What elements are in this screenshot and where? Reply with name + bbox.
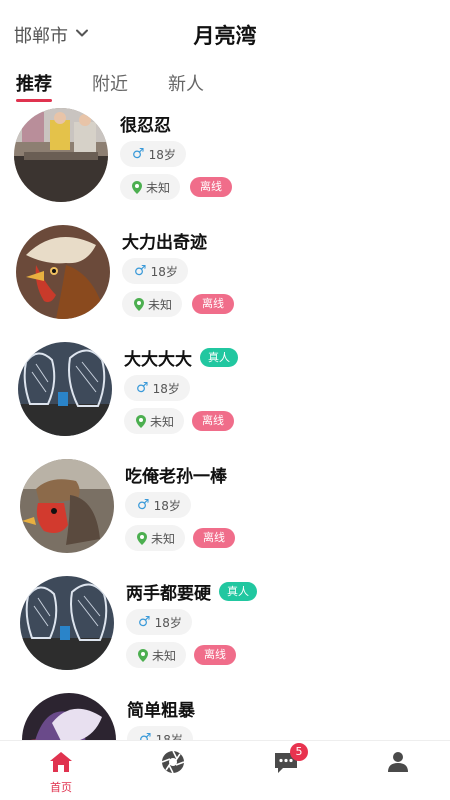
list-item[interactable]: 大力出奇迹 ♂ 18岁 未知 离线 [0,225,450,342]
age-chip: ♂ 18岁 [122,258,188,284]
status-badge: 离线 [192,411,234,431]
avatar [20,459,114,553]
status-badge: 离线 [190,177,232,197]
age-chip: ♂ 18岁 [126,609,192,635]
location-chip: 未知 [124,408,185,434]
user-name: 很忍忍 [120,116,171,136]
age-label: 18岁 [150,264,178,279]
location-label: 未知 [151,531,176,546]
male-icon: ♂ [132,146,145,162]
location-pin-icon [138,648,148,662]
age-label: 18岁 [153,498,181,513]
location-label: 未知 [148,297,173,312]
user-name: 大大大大 [124,350,192,370]
verified-badge: 真人 [200,348,238,367]
location-chip: 未知 [126,642,187,668]
nav-messages[interactable]: 5 [256,743,316,775]
location-label: 未知 [152,648,177,663]
location-label: 未知 [150,414,175,429]
camera-aperture-icon [143,749,203,775]
location-chip: 未知 [122,291,183,317]
location-chip: 未知 [125,525,186,551]
home-icon [31,749,91,775]
list-item[interactable]: 大大大大 真人 ♂ 18岁 未知 离线 [0,342,450,459]
male-icon: ♂ [137,497,150,513]
age-label: 18岁 [155,732,183,741]
user-name: 吃俺老孙一棒 [125,467,227,487]
male-icon: ♂ [136,380,149,396]
male-icon: ♂ [139,731,152,740]
nav-home[interactable]: 首页 [31,749,91,795]
list-item[interactable]: 很忍忍 ♂ 18岁 未知 离线 [0,108,450,225]
avatar [20,576,114,670]
tab-recommend[interactable]: 推荐 [16,72,52,102]
location-pin-icon [132,180,142,194]
age-chip: ♂ 18岁 [127,726,193,740]
location-label: 未知 [146,180,171,195]
list-item[interactable]: 吃俺老孙一棒 ♂ 18岁 未知 离线 [0,459,450,576]
avatar [16,225,110,319]
male-icon: ♂ [138,614,151,630]
tab-bar: 推荐 附近 新人 [16,72,244,106]
user-list: 很忍忍 ♂ 18岁 未知 离线 大力出奇迹 ♂ 18岁 未知 离线 大大大大 真… [0,108,450,740]
bottom-nav: 首页 5 [0,740,450,800]
age-chip: ♂ 18岁 [124,375,190,401]
age-label: 18岁 [152,381,180,396]
message-count-badge: 5 [290,743,308,761]
nav-home-label: 首页 [50,781,72,794]
location-chip: 未知 [120,174,181,200]
avatar [14,108,108,202]
list-item[interactable]: 两手都要硬 真人 ♂ 18岁 未知 离线 [0,576,450,693]
status-badge: 离线 [193,528,235,548]
age-label: 18岁 [148,147,176,162]
age-chip: ♂ 18岁 [125,492,191,518]
status-badge: 离线 [194,645,236,665]
nav-profile[interactable] [368,749,428,775]
status-badge: 离线 [192,294,234,314]
user-name: 简单粗暴 [127,701,195,721]
tab-new[interactable]: 新人 [168,72,204,102]
person-icon [368,749,428,775]
age-chip: ♂ 18岁 [120,141,186,167]
avatar [22,693,116,740]
male-icon: ♂ [134,263,147,279]
verified-badge: 真人 [219,582,257,601]
location-pin-icon [137,531,147,545]
age-label: 18岁 [154,615,182,630]
user-name: 大力出奇迹 [122,233,207,253]
list-item[interactable]: 简单粗暴 ♂ 18岁 [0,693,450,740]
location-pin-icon [136,414,146,428]
location-pin-icon [134,297,144,311]
user-name: 两手都要硬 [126,584,211,604]
page-title: 月亮湾 [193,24,257,48]
nav-discover[interactable] [143,749,203,775]
header: 邯郸市 月亮湾 [0,0,450,70]
tab-nearby[interactable]: 附近 [92,72,128,102]
avatar [18,342,112,436]
